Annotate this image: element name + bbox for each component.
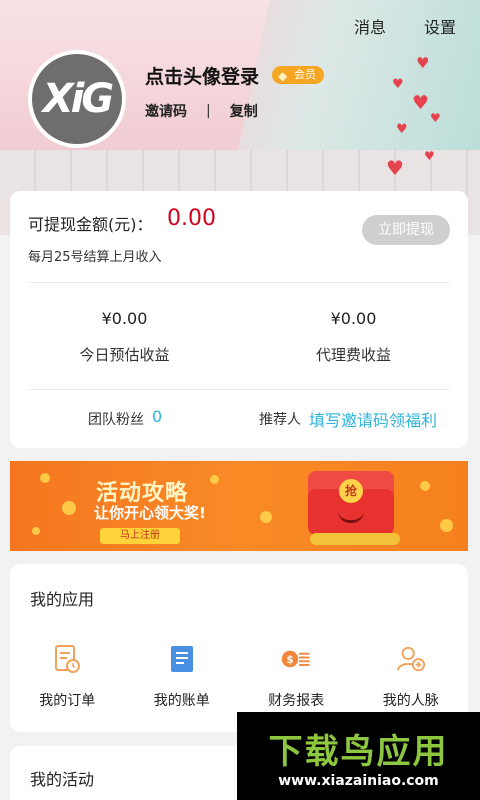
register-now-button[interactable]: 马上注册 [100, 528, 180, 544]
heart-icon: ♥ [430, 111, 441, 125]
messages-link[interactable]: 消息 [354, 14, 386, 38]
member-badge-label: 会员 [294, 68, 316, 81]
top-links: 消息 设置 [354, 14, 456, 38]
promo-banner[interactable]: 活动攻略 让你开心领大奖! 马上注册 抢 [10, 461, 468, 551]
envelope-seal: 抢 [339, 479, 363, 503]
apps-row: 我的订单 我的账单 $ 财务报表 我的人脉 [10, 644, 468, 710]
my-apps-card: 我的应用 我的订单 我的账单 $ 财务报表 我的人脉 [10, 564, 468, 732]
watermark-url: www.xiazainiao.com [278, 773, 439, 789]
coin-pile-decoration [310, 533, 400, 545]
agency-fee-label: 代理费收益 [315, 346, 391, 364]
settlement-note: 每月25号结算上月收入 [28, 250, 162, 265]
member-badge: ◆ 会员 [272, 66, 324, 84]
order-icon [52, 644, 82, 674]
withdrawable-label: 可提现金额(元)： [28, 215, 153, 234]
coin-decoration [40, 473, 50, 483]
app-label: 我的账单 [153, 693, 210, 709]
coin-decoration [62, 501, 76, 515]
app-label: 财务报表 [268, 693, 325, 709]
settings-link[interactable]: 设置 [424, 14, 456, 38]
earnings-card: 可提现金额(元)： 0.00 立即提现 每月25号结算上月收入 ¥0.00 今日… [10, 191, 468, 448]
separator: | [206, 103, 211, 119]
withdrawable-amount: 0.00 [167, 206, 216, 231]
agency-fee-stat[interactable]: ¥0.00 代理费收益 [239, 309, 468, 365]
app-item-contacts[interactable]: 我的人脉 [354, 644, 469, 710]
app-item-bills[interactable]: 我的账单 [125, 644, 240, 710]
envelope-smile [338, 511, 364, 523]
contacts-icon [396, 644, 426, 674]
login-prompt[interactable]: 点击头像登录 [145, 62, 259, 89]
heart-icon: ♥ [424, 149, 435, 163]
banner-subtitle: 让你开心领大奖! [94, 504, 206, 522]
heart-icon: ♥ [416, 54, 430, 72]
heart-icon: ♥ [396, 122, 408, 137]
site-watermark: 下载鸟应用 www.xiazainiao.com [237, 712, 480, 800]
copy-button[interactable]: 复制 [230, 101, 258, 121]
referrer-link[interactable]: 填写邀请码领福利 [309, 407, 437, 431]
team-fans-label: 团队粉丝 [88, 412, 144, 428]
avatar[interactable]: XiG [28, 50, 126, 148]
heart-icon: ♥ [386, 156, 404, 180]
divider [28, 282, 450, 283]
avatar-logo: XiG [42, 76, 114, 122]
coin-decoration [420, 481, 430, 491]
referrer-label: 推荐人 [259, 412, 301, 428]
divider [28, 389, 450, 390]
app-label: 我的订单 [39, 693, 96, 709]
bill-icon [167, 644, 197, 674]
today-estimate-stat[interactable]: ¥0.00 今日预估收益 [10, 309, 239, 365]
invite-code-label: 邀请码 [145, 104, 187, 120]
team-fans-count[interactable]: 0 [152, 407, 162, 426]
app-label: 我的人脉 [382, 693, 439, 709]
today-estimate-value: ¥0.00 [101, 309, 148, 328]
today-estimate-label: 今日预估收益 [79, 346, 170, 364]
my-activities-title: 我的活动 [30, 770, 95, 789]
red-envelope-illustration: 抢 [308, 471, 394, 535]
my-apps-title: 我的应用 [30, 590, 95, 609]
finance-report-icon: $ [281, 644, 311, 674]
heart-icon: ♥ [392, 77, 404, 92]
withdraw-button[interactable]: 立即提现 [362, 215, 450, 245]
app-item-orders[interactable]: 我的订单 [10, 644, 125, 710]
coin-decoration [32, 527, 40, 535]
heart-icon: ♥ [412, 92, 430, 114]
invite-code-row: 邀请码 | 复制 [145, 101, 258, 121]
app-item-finance-report[interactable]: $ 财务报表 [239, 644, 354, 710]
watermark-logo-text: 下载鸟应用 [268, 732, 449, 772]
coin-decoration [440, 519, 453, 532]
coin-decoration [210, 475, 219, 484]
agency-fee-value: ¥0.00 [330, 309, 377, 328]
diamond-icon: ◆ [278, 69, 288, 83]
svg-text:$: $ [287, 654, 294, 666]
coin-decoration [260, 511, 272, 523]
